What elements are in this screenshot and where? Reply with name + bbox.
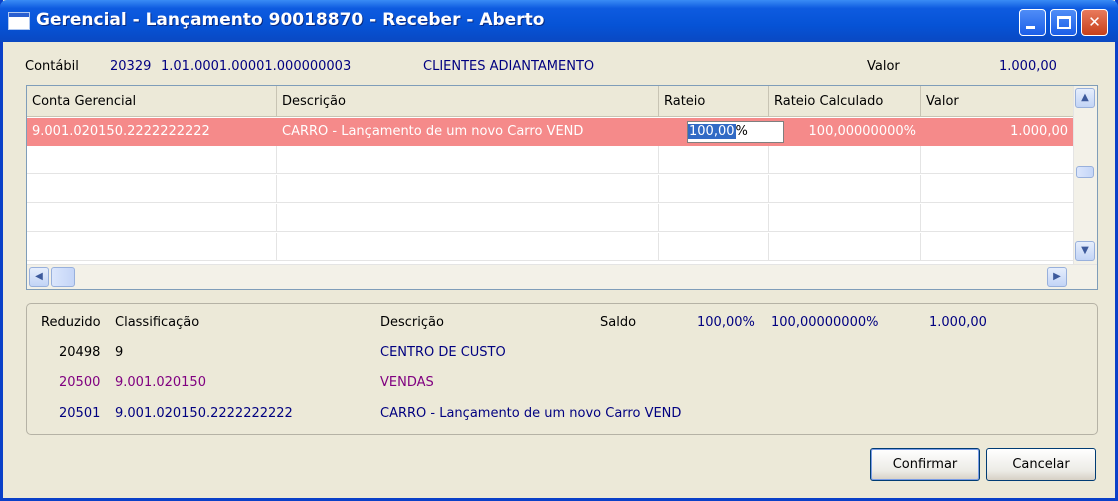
contabil-code: 20329 bbox=[110, 59, 152, 74]
vertical-scroll-thumb[interactable] bbox=[1076, 166, 1094, 178]
detail-reduzido: 20498 bbox=[59, 345, 101, 360]
table-row[interactable]: 9.001.020150.2222222222 CARRO - Lançamen… bbox=[27, 118, 1073, 146]
detail-classificacao: 9.001.020150 bbox=[115, 375, 206, 390]
detail-descricao: VENDAS bbox=[380, 375, 434, 390]
column-header-descricao[interactable]: Descrição bbox=[277, 86, 659, 117]
detail-descricao: CARRO - Lançamento de um novo Carro VEND bbox=[380, 406, 682, 421]
minimize-button[interactable] bbox=[1019, 9, 1046, 36]
total-rateio: 100,00% bbox=[697, 315, 755, 330]
maximize-button[interactable] bbox=[1050, 9, 1077, 36]
horizontal-scrollbar[interactable]: ◀ ▶ bbox=[27, 264, 1097, 289]
valor-value: 1.000,00 bbox=[999, 59, 1057, 74]
cell-rateio-calculado[interactable]: 100,00000000% bbox=[769, 118, 921, 146]
rateio-edit-suffix: % bbox=[735, 124, 748, 139]
rateio-edit-selection: 100,00 bbox=[688, 124, 736, 139]
detail-reduzido: 20500 bbox=[59, 375, 101, 390]
vertical-scrollbar[interactable]: ▲ ▼ bbox=[1073, 86, 1097, 264]
detail-reduzido: 20501 bbox=[59, 406, 101, 421]
cell-descricao[interactable]: CARRO - Lançamento de um novo Carro VEND bbox=[277, 118, 659, 146]
header-reduzido: Reduzido bbox=[41, 315, 101, 330]
detail-descricao: CENTRO DE CUSTO bbox=[380, 345, 506, 360]
scroll-up-button[interactable]: ▲ bbox=[1075, 88, 1095, 108]
header-classificacao: Classificação bbox=[115, 315, 200, 330]
maximize-icon bbox=[1057, 16, 1071, 29]
cell-valor[interactable]: 1.000,00 bbox=[921, 118, 1073, 146]
scroll-left-button[interactable]: ◀ bbox=[29, 267, 49, 287]
column-header-rateio[interactable]: Rateio bbox=[659, 86, 769, 117]
total-rateio-calculado: 100,00000000% bbox=[771, 315, 879, 330]
grid-header: Conta Gerencial Descrição Rateio Rateio … bbox=[27, 86, 1073, 117]
window-title: Gerencial - Lançamento 90018870 - Recebe… bbox=[36, 10, 545, 30]
detail-classificacao: 9 bbox=[115, 345, 124, 360]
cancel-button[interactable]: Cancelar bbox=[986, 448, 1096, 481]
contabil-description: CLIENTES ADIANTAMENTO bbox=[423, 59, 595, 74]
horizontal-scroll-thumb[interactable] bbox=[51, 267, 75, 287]
details-panel: Reduzido Classificação Descrição Saldo 1… bbox=[26, 303, 1098, 435]
table-row-empty[interactable] bbox=[27, 175, 1073, 203]
total-valor: 1.000,00 bbox=[929, 315, 987, 330]
window-icon bbox=[8, 12, 30, 30]
contabil-label: Contábil bbox=[25, 59, 79, 74]
dialog-window: Gerencial - Lançamento 90018870 - Recebe… bbox=[0, 0, 1118, 501]
contabil-account: 1.01.0001.00001.000000003 bbox=[161, 59, 352, 74]
chevron-right-icon: ▶ bbox=[1053, 271, 1061, 282]
close-button[interactable]: ✕ bbox=[1081, 9, 1108, 36]
column-header-rateio-calculado[interactable]: Rateio Calculado bbox=[769, 86, 921, 117]
scroll-right-button[interactable]: ▶ bbox=[1047, 267, 1067, 287]
chevron-down-icon: ▼ bbox=[1081, 245, 1089, 256]
title-bar[interactable]: Gerencial - Lançamento 90018870 - Recebe… bbox=[0, 0, 1118, 42]
column-header-valor[interactable]: Valor bbox=[921, 86, 1073, 117]
rateio-grid[interactable]: Conta Gerencial Descrição Rateio Rateio … bbox=[26, 85, 1098, 290]
table-row-empty[interactable] bbox=[27, 233, 1073, 261]
chevron-left-icon: ◀ bbox=[35, 271, 43, 282]
cell-conta[interactable]: 9.001.020150.2222222222 bbox=[27, 118, 277, 146]
minimize-icon bbox=[1026, 26, 1035, 29]
close-icon: ✕ bbox=[1088, 13, 1101, 31]
column-header-conta[interactable]: Conta Gerencial bbox=[27, 86, 277, 117]
table-row-empty[interactable] bbox=[27, 204, 1073, 232]
confirm-button[interactable]: Confirmar bbox=[870, 448, 980, 481]
detail-classificacao: 9.001.020150.2222222222 bbox=[115, 406, 293, 421]
scroll-down-button[interactable]: ▼ bbox=[1075, 241, 1095, 261]
header-saldo: Saldo bbox=[600, 315, 637, 330]
table-row-empty[interactable] bbox=[27, 146, 1073, 174]
chevron-up-icon: ▲ bbox=[1081, 92, 1089, 103]
header-descricao: Descrição bbox=[380, 315, 444, 330]
valor-label: Valor bbox=[867, 59, 900, 74]
